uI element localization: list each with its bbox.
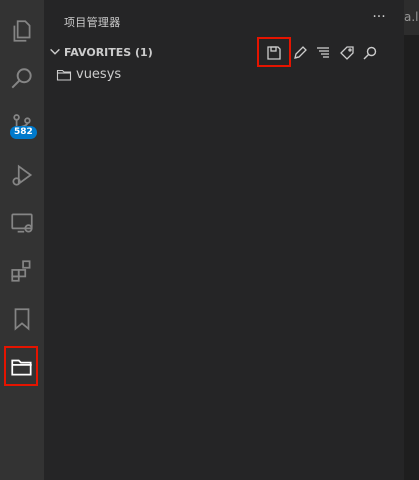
tag-icon: [340, 46, 354, 60]
more-actions-button[interactable]: ···: [370, 10, 388, 28]
edit-projects-button[interactable]: [289, 42, 311, 64]
run-debug-icon[interactable]: [0, 151, 44, 199]
search-projects-button[interactable]: [359, 42, 381, 64]
explorer-icon[interactable]: [0, 7, 44, 55]
project-manager-sidebar: 项目管理器 ··· FAVORITES (1) vuesys: [44, 0, 404, 480]
project-label: vuesys: [76, 67, 122, 82]
source-control-icon[interactable]: [0, 101, 44, 149]
remote-explorer-icon[interactable]: [0, 199, 44, 247]
highlight-save-button: [257, 37, 291, 67]
highlight-project-manager: [4, 346, 38, 386]
list-item[interactable]: vuesys: [56, 64, 386, 86]
filter-button[interactable]: [312, 42, 334, 64]
chevron-down-icon: [50, 48, 60, 55]
editor-tab-fragment[interactable]: a.l: [404, 0, 419, 35]
favorites-section-header[interactable]: FAVORITES (1): [44, 37, 404, 67]
search-icon[interactable]: [0, 55, 44, 103]
sidebar-title: 项目管理器: [64, 16, 121, 29]
extensions-icon[interactable]: [0, 247, 44, 295]
list-filter-icon: [317, 47, 329, 58]
scm-count-badge: 582: [10, 126, 37, 139]
pencil-icon: [294, 46, 307, 59]
search-icon: [363, 46, 377, 60]
bookmarks-icon[interactable]: [0, 295, 44, 343]
tag-button[interactable]: [336, 42, 358, 64]
editor-area: a.l: [404, 0, 419, 480]
folder-icon: [56, 69, 72, 81]
section-title: FAVORITES (1): [64, 46, 153, 59]
activity-bar: 582: [0, 0, 44, 480]
